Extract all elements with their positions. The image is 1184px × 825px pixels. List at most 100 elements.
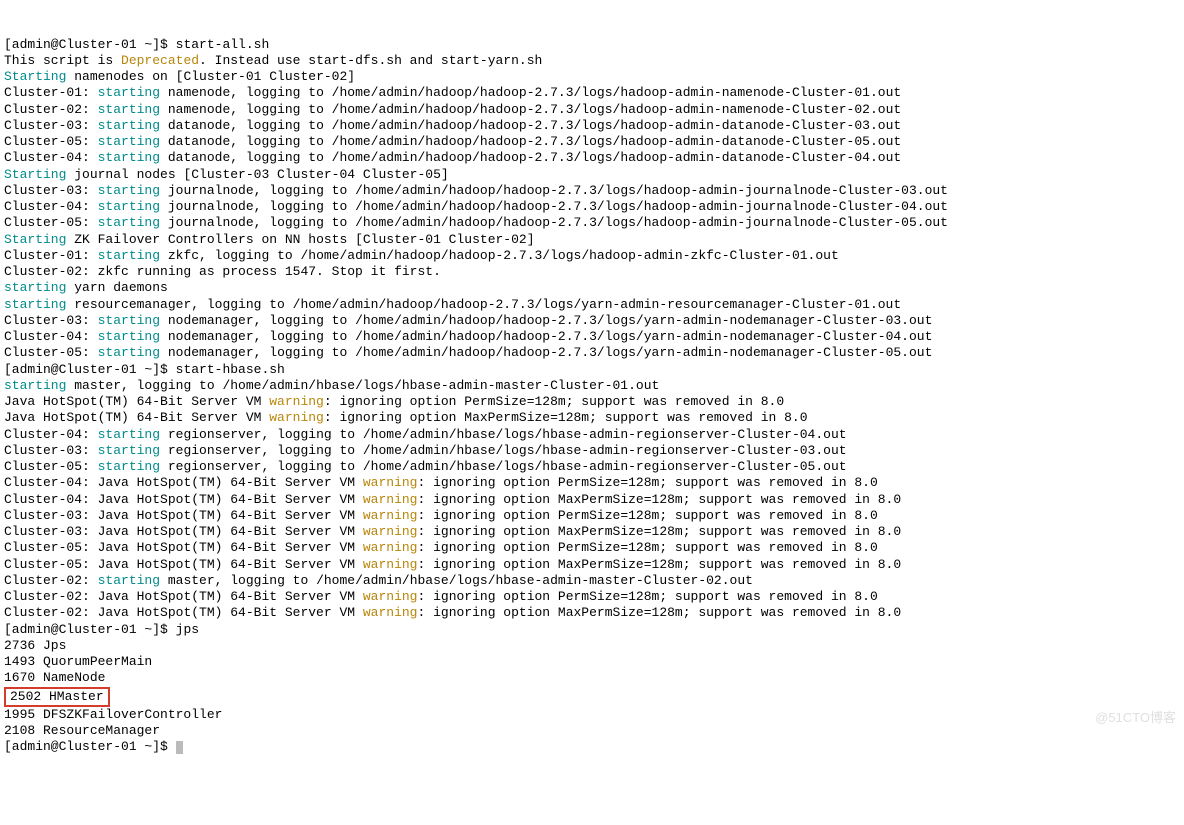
log-path: zkfc, logging to /home/admin/hadoop/hado… [160, 248, 839, 263]
log-path: namenode, logging to /home/admin/hadoop/… [160, 102, 901, 117]
host-label: Cluster-04: [4, 329, 98, 344]
host-label: Cluster-01: [4, 248, 98, 263]
text: : ignoring option PermSize=128m; support… [417, 589, 877, 604]
host-label: Cluster-05: [4, 540, 98, 555]
starting-label: Starting [4, 167, 66, 182]
starting-label: starting [98, 215, 160, 230]
starting-label: starting [98, 85, 160, 100]
watermark: @51CTO博客 [1095, 710, 1176, 726]
starting-label: starting [98, 150, 160, 165]
text: : ignoring option PermSize=128m; support… [417, 540, 877, 555]
host-label: Cluster-04: [4, 427, 98, 442]
starting-label: starting [98, 183, 160, 198]
host-label: Cluster-05: [4, 215, 98, 230]
host-label: Cluster-05: [4, 557, 98, 572]
text: yarn daemons [66, 280, 167, 295]
hmaster-highlight: 2502 HMaster [4, 687, 110, 707]
host-label: Cluster-04: [4, 150, 98, 165]
log-path: journalnode, logging to /home/admin/hado… [160, 199, 948, 214]
text: Java HotSpot(TM) 64-Bit Server VM [98, 605, 363, 620]
shell-prompt: [admin@Cluster-01 ~]$ [4, 37, 176, 52]
starting-label: starting [98, 313, 160, 328]
text: journal nodes [Cluster-03 Cluster-04 Clu… [66, 167, 448, 182]
log-path: datanode, logging to /home/admin/hadoop/… [160, 150, 901, 165]
host-label: Cluster-04: [4, 492, 98, 507]
host-label: Cluster-04: [4, 199, 98, 214]
starting-label: starting [98, 329, 160, 344]
host-label: Cluster-03: [4, 443, 98, 458]
host-label: Cluster-02: [4, 589, 98, 604]
text: Java HotSpot(TM) 64-Bit Server VM [98, 557, 363, 572]
text: Cluster-02: zkfc running as process 1547… [4, 264, 441, 279]
log-path: regionserver, logging to /home/admin/hba… [160, 443, 847, 458]
starting-label: starting [98, 345, 160, 360]
host-label: Cluster-03: [4, 118, 98, 133]
text: : ignoring option MaxPermSize=128m; supp… [417, 492, 901, 507]
log-path: master, logging to /home/admin/hbase/log… [160, 573, 753, 588]
starting-label: starting [4, 280, 66, 295]
host-label: Cluster-02: [4, 605, 98, 620]
text: namenodes on [Cluster-01 Cluster-02] [66, 69, 355, 84]
command-input[interactable]: start-hbase.sh [176, 362, 285, 377]
text: This script is [4, 53, 121, 68]
log-path: namenode, logging to /home/admin/hadoop/… [160, 85, 901, 100]
log-path: nodemanager, logging to /home/admin/hado… [160, 329, 932, 344]
text: Java HotSpot(TM) 64-Bit Server VM [98, 508, 363, 523]
jps-line: 2736 Jps [4, 638, 66, 653]
jps-line: 1995 DFSZKFailoverController [4, 707, 222, 722]
jps-line: 1670 NameNode [4, 670, 105, 685]
starting-label: starting [98, 443, 160, 458]
starting-label: starting [98, 134, 160, 149]
log-path: nodemanager, logging to /home/admin/hado… [160, 313, 932, 328]
text: Java HotSpot(TM) 64-Bit Server VM [4, 410, 269, 425]
text: : ignoring option MaxPermSize=128m; supp… [417, 524, 901, 539]
log-path: master, logging to /home/admin/hbase/log… [66, 378, 659, 393]
deprecated-label: Deprecated [121, 53, 199, 68]
host-label: Cluster-01: [4, 85, 98, 100]
host-label: Cluster-05: [4, 459, 98, 474]
starting-label: starting [4, 378, 66, 393]
host-label: Cluster-02: [4, 102, 98, 117]
starting-label: starting [98, 459, 160, 474]
host-label: Cluster-02: [4, 573, 98, 588]
log-path: regionserver, logging to /home/admin/hba… [160, 427, 847, 442]
log-path: resourcemanager, logging to /home/admin/… [66, 297, 901, 312]
log-path: journalnode, logging to /home/admin/hado… [160, 183, 948, 198]
text: Java HotSpot(TM) 64-Bit Server VM [4, 394, 269, 409]
terminal-output: [admin@Cluster-01 ~]$ start-all.sh This … [4, 37, 1180, 756]
log-path: datanode, logging to /home/admin/hadoop/… [160, 118, 901, 133]
starting-label: starting [98, 427, 160, 442]
warning-label: warning [363, 557, 418, 572]
shell-prompt: [admin@Cluster-01 ~]$ [4, 622, 176, 637]
warning-label: warning [363, 589, 418, 604]
shell-prompt: [admin@Cluster-01 ~]$ [4, 739, 176, 754]
command-input[interactable]: start-all.sh [176, 37, 270, 52]
log-path: regionserver, logging to /home/admin/hba… [160, 459, 847, 474]
host-label: Cluster-03: [4, 508, 98, 523]
warning-label: warning [363, 492, 418, 507]
host-label: Cluster-05: [4, 134, 98, 149]
warning-label: warning [363, 524, 418, 539]
text: Java HotSpot(TM) 64-Bit Server VM [98, 524, 363, 539]
text: : ignoring option MaxPermSize=128m; supp… [417, 557, 901, 572]
text: Java HotSpot(TM) 64-Bit Server VM [98, 540, 363, 555]
warning-label: warning [363, 508, 418, 523]
log-path: datanode, logging to /home/admin/hadoop/… [160, 134, 901, 149]
jps-line: 1493 QuorumPeerMain [4, 654, 152, 669]
text: Java HotSpot(TM) 64-Bit Server VM [98, 589, 363, 604]
text: Java HotSpot(TM) 64-Bit Server VM [98, 475, 363, 490]
text: : ignoring option PermSize=128m; support… [417, 475, 877, 490]
warning-label: warning [269, 410, 324, 425]
command-input[interactable]: jps [176, 622, 199, 637]
starting-label: starting [98, 199, 160, 214]
starting-label: starting [98, 102, 160, 117]
text: : ignoring option MaxPermSize=128m; supp… [324, 410, 808, 425]
text: : ignoring option PermSize=128m; support… [324, 394, 784, 409]
starting-label: starting [98, 248, 160, 263]
cursor-icon[interactable] [176, 741, 183, 754]
warning-label: warning [363, 475, 418, 490]
text: : ignoring option MaxPermSize=128m; supp… [417, 605, 901, 620]
starting-label: starting [4, 297, 66, 312]
warning-label: warning [363, 540, 418, 555]
host-label: Cluster-03: [4, 524, 98, 539]
